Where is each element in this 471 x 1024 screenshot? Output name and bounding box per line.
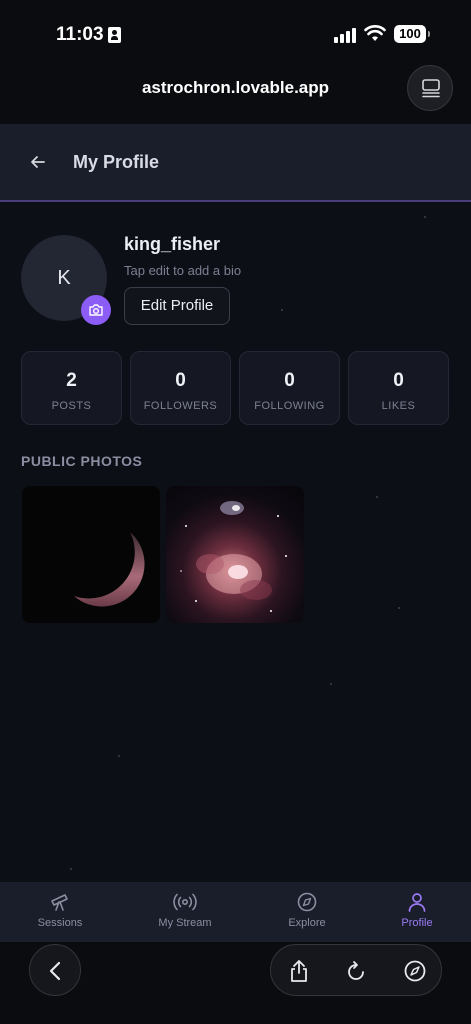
moon-photo-image [74,532,145,607]
photo-thumbnail-nebula[interactable] [166,486,304,623]
bottom-navigation: Sessions My Stream Explore Profile [0,882,471,942]
nav-item-profile[interactable]: Profile [372,892,462,929]
edit-profile-button[interactable]: Edit Profile [124,287,230,325]
status-bar: 11:03 100 [0,0,471,70]
stat-label: FOLLOWING [254,400,325,412]
broadcast-icon [173,893,197,911]
nav-label: Sessions [37,917,83,929]
compass-icon [297,892,317,912]
cellular-signal-icon [334,27,358,43]
nav-item-sessions[interactable]: Sessions [15,892,105,929]
reload-icon[interactable] [345,959,367,983]
browser-url-bar[interactable]: astrochron.lovable.app [0,65,471,124]
nav-item-explore[interactable]: Explore [262,892,352,929]
url-text[interactable]: astrochron.lovable.app [0,78,471,98]
app-header: My Profile [0,124,471,202]
nav-label: Explore [288,917,326,929]
star-dot [70,868,72,870]
browser-toolbar [0,942,471,1024]
stat-followers[interactable]: 0 FOLLOWERS [130,351,231,425]
telescope-icon [51,894,68,911]
page-title: My Profile [73,152,160,172]
stat-likes[interactable]: 0 LIKES [348,351,449,425]
stat-value: 0 [175,370,186,391]
section-title-public-photos: PUBLIC PHOTOS [21,453,143,469]
battery-indicator: 100 [394,25,430,43]
share-icon[interactable] [288,959,310,983]
nav-item-my-stream[interactable]: My Stream [140,892,230,929]
star-dot [376,496,378,498]
bio-placeholder: Tap edit to add a bio [124,263,242,278]
nav-label: My Stream [158,917,212,929]
star-dot [118,755,120,757]
nebula-photo-image [180,501,287,612]
tabs-icon [422,79,440,98]
stat-posts[interactable]: 2 POSTS [21,351,122,425]
stat-label: FOLLOWERS [143,400,218,412]
browser-actions [270,944,442,996]
chevron-left-icon [49,961,61,981]
change-photo-button[interactable] [81,295,111,325]
camera-icon [89,304,103,316]
browser-back-button[interactable] [29,944,81,996]
tabs-button[interactable] [407,65,453,111]
compass-browser-icon[interactable] [403,959,427,983]
stat-value: 2 [66,370,77,391]
back-arrow-icon[interactable] [28,152,48,172]
contact-card-icon [108,27,121,43]
star-dot [424,216,426,218]
star-dot [281,309,283,311]
photo-thumbnail-moon[interactable] [22,486,160,623]
wifi-icon [364,25,386,41]
stat-value: 0 [393,370,404,391]
star-dot [330,683,332,685]
clock: 11:03 [56,24,104,45]
star-dot [398,607,400,609]
stat-label: POSTS [51,400,92,412]
username: king_fisher [124,234,221,254]
user-icon [408,893,426,912]
nav-label: Profile [401,917,433,929]
stat-value: 0 [284,370,295,391]
stat-following[interactable]: 0 FOLLOWING [239,351,340,425]
stat-label: LIKES [381,400,416,412]
